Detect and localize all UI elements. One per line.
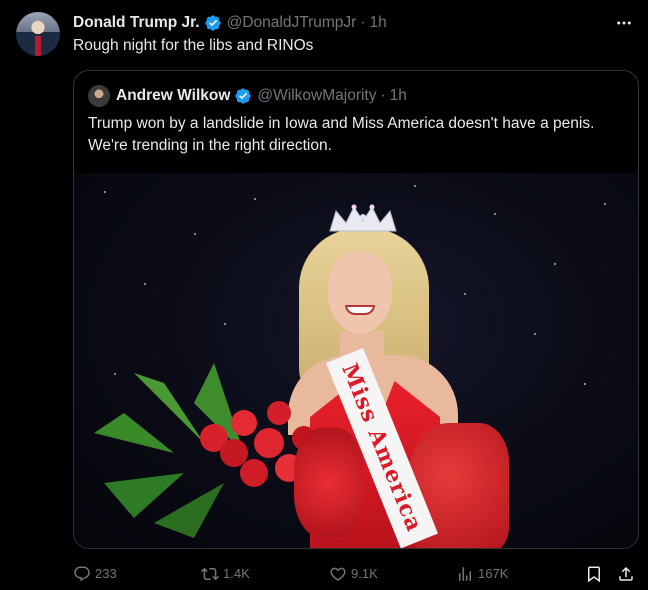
quoted-tweet[interactable]: Andrew Wilkow @WilkowMajority · 1h Trump…	[73, 70, 639, 549]
like-button[interactable]: 9.1K	[329, 562, 378, 586]
repost-count: 1.4K	[223, 566, 250, 581]
tweet-text: Rough night for the libs and RINOs	[73, 37, 314, 54]
photo-roses	[294, 428, 364, 538]
share-button[interactable]	[617, 562, 639, 586]
crown-icon	[329, 204, 397, 232]
quoted-tweet-text: Trump won by a landslide in Iowa and Mis…	[88, 115, 595, 154]
share-icon	[619, 566, 633, 581]
reply-icon	[74, 566, 90, 582]
tweet-actions: 233 1.4K 9.1K 167K	[73, 562, 639, 586]
author-handle[interactable]: @DonaldJTrumpJr	[227, 14, 357, 32]
reply-button[interactable]: 233	[73, 562, 117, 586]
more-icon[interactable]	[614, 13, 634, 33]
separator-dot: ·	[380, 87, 386, 104]
quoted-author-avatar[interactable]	[88, 85, 110, 107]
tweet-header: Donald Trump Jr. @DonaldJTrumpJr · 1h	[73, 12, 387, 34]
quoted-tweet-image[interactable]: Miss America	[74, 173, 638, 548]
verified-badge-icon	[204, 15, 221, 31]
views-button[interactable]: 167K	[456, 562, 508, 586]
separator-dot: ·	[360, 14, 366, 31]
verified-badge-icon	[235, 88, 252, 104]
quoted-tweet-header: Andrew Wilkow @WilkowMajority · 1h	[88, 85, 407, 107]
repost-button[interactable]: 1.4K	[201, 562, 250, 586]
quoted-tweet-timestamp[interactable]: 1h	[390, 87, 407, 105]
author-name[interactable]: Donald Trump Jr.	[73, 14, 200, 32]
views-count: 167K	[478, 566, 509, 581]
views-icon	[459, 567, 471, 581]
author-avatar[interactable]	[16, 12, 60, 56]
photo-face	[328, 251, 392, 333]
bookmark-icon	[588, 566, 600, 583]
like-count: 9.1K	[351, 566, 378, 581]
bookmark-button[interactable]	[585, 562, 607, 586]
quoted-author-handle[interactable]: @WilkowMajority	[257, 87, 376, 105]
like-icon	[330, 567, 346, 581]
repost-icon	[201, 567, 219, 581]
reply-count: 233	[95, 566, 117, 581]
tweet-timestamp[interactable]: 1h	[370, 14, 387, 32]
quoted-author-name[interactable]: Andrew Wilkow	[116, 87, 230, 105]
